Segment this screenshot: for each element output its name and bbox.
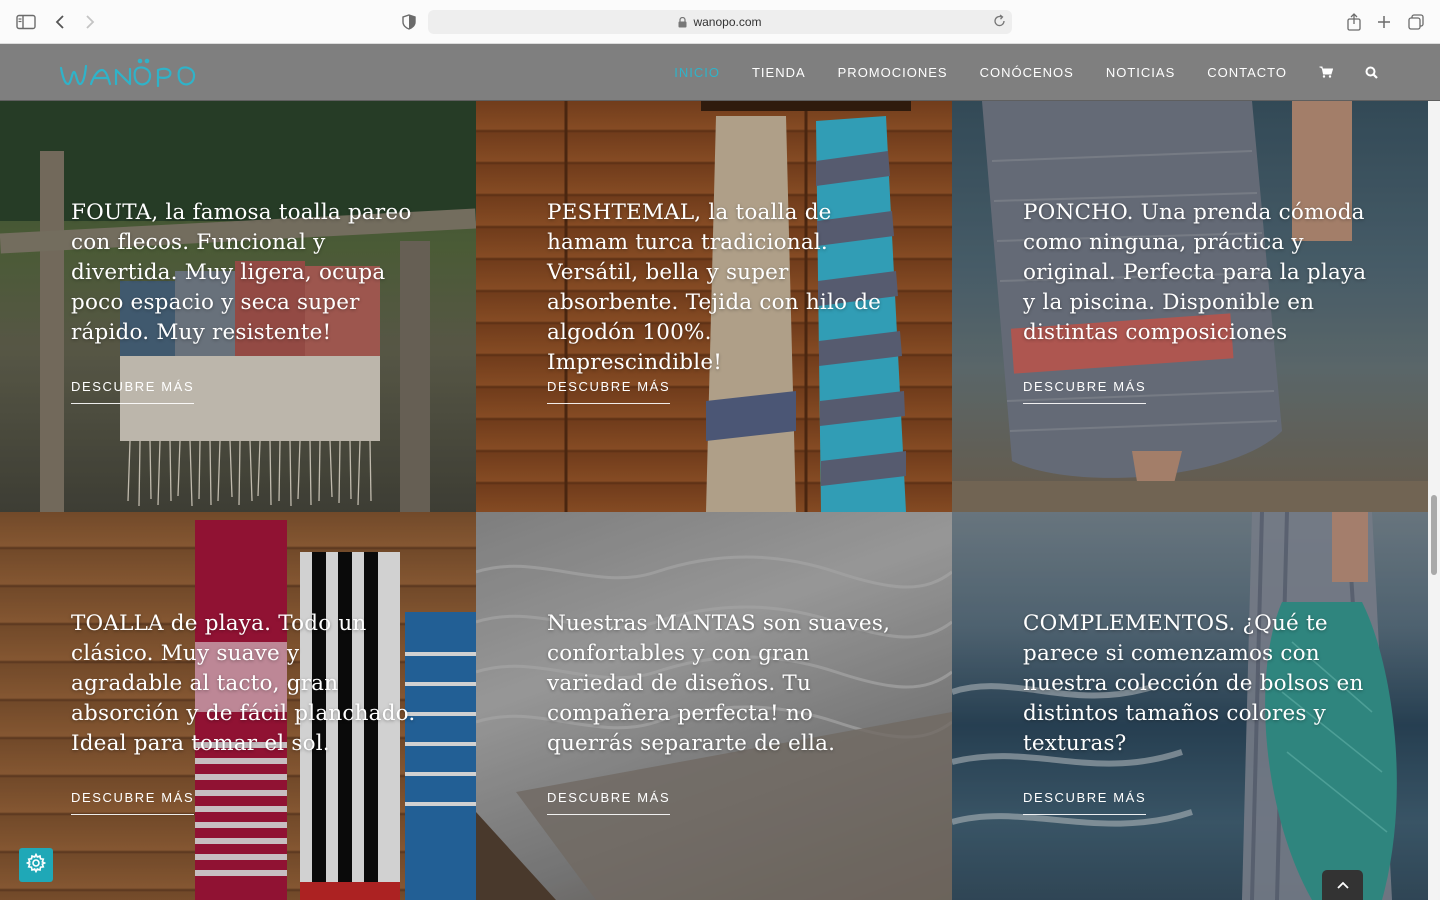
descubre-mas-link[interactable]: DESCUBRE MÁS bbox=[1023, 790, 1147, 815]
scrollbar-thumb[interactable] bbox=[1431, 495, 1437, 575]
tab-overview-icon[interactable] bbox=[1404, 10, 1428, 34]
descubre-mas-link[interactable]: DESCUBRE MÁS bbox=[71, 379, 195, 404]
nav-inicio[interactable]: INICIO bbox=[674, 65, 720, 80]
tile-fouta[interactable]: FOUTA, la famosa toalla pareo con flecos… bbox=[0, 101, 476, 512]
forward-icon[interactable] bbox=[78, 10, 102, 34]
nav-contacto[interactable]: CONTACTO bbox=[1207, 65, 1287, 80]
address-bar[interactable]: wanopo.com bbox=[428, 10, 1012, 34]
privacy-shield-icon[interactable] bbox=[397, 10, 421, 34]
tile-caption: FOUTA, la famosa toalla pareo con flecos… bbox=[71, 200, 412, 345]
lock-icon bbox=[678, 16, 687, 28]
descubre-mas-link[interactable]: DESCUBRE MÁS bbox=[71, 790, 195, 815]
tile-complementos[interactable]: COMPLEMENTOS. ¿Qué te parece si comenzam… bbox=[952, 512, 1428, 900]
tile-caption: PONCHO. Una prenda cómoda como ninguna, … bbox=[1023, 200, 1367, 345]
descubre-mas-link[interactable]: DESCUBRE MÁS bbox=[547, 379, 671, 404]
tile-toalla[interactable]: TOALLA de playa. Todo un clásico. Muy su… bbox=[0, 512, 476, 900]
product-grid: FOUTA, la famosa toalla pareo con flecos… bbox=[0, 101, 1428, 900]
descubre-mas-link[interactable]: DESCUBRE MÁS bbox=[547, 790, 671, 815]
tile-mantas[interactable]: Nuestras MANTAS son suaves, confortables… bbox=[476, 512, 952, 900]
nav-noticias[interactable]: NOTICIAS bbox=[1106, 65, 1175, 80]
browser-toolbar: wanopo.com bbox=[0, 0, 1440, 44]
share-icon[interactable] bbox=[1342, 10, 1366, 34]
tile-caption: Nuestras MANTAS son suaves, confortables… bbox=[547, 611, 891, 756]
back-icon[interactable] bbox=[48, 10, 72, 34]
new-tab-icon[interactable] bbox=[1372, 10, 1396, 34]
back-to-top-button[interactable] bbox=[1322, 870, 1363, 900]
nav-promociones[interactable]: PROMOCIONES bbox=[838, 65, 948, 80]
tile-poncho[interactable]: PONCHO. Una prenda cómoda como ninguna, … bbox=[952, 101, 1428, 512]
search-icon[interactable] bbox=[1365, 66, 1378, 79]
cart-icon[interactable] bbox=[1319, 66, 1333, 78]
tile-caption: COMPLEMENTOS. ¿Qué te parece si comenzam… bbox=[1023, 611, 1364, 756]
tile-peshtemal[interactable]: PESHTEMAL, la toalla de hamam turca trad… bbox=[476, 101, 952, 512]
descubre-mas-link[interactable]: DESCUBRE MÁS bbox=[1023, 379, 1147, 404]
site-logo[interactable] bbox=[58, 54, 218, 92]
chevron-up-icon bbox=[1336, 876, 1349, 894]
nav-conocenos[interactable]: CONÓCENOS bbox=[980, 65, 1074, 80]
tile-caption: TOALLA de playa. Todo un clásico. Muy su… bbox=[71, 611, 416, 756]
main-nav: INICIO TIENDA PROMOCIONES CONÓCENOS NOTI… bbox=[642, 44, 1378, 100]
gear-icon bbox=[25, 852, 47, 878]
sidebar-toggle-icon[interactable] bbox=[14, 10, 38, 34]
url-text: wanopo.com bbox=[693, 15, 762, 29]
reload-icon[interactable] bbox=[993, 14, 1006, 28]
tile-caption: PESHTEMAL, la toalla de hamam turca trad… bbox=[547, 200, 882, 375]
site-header: INICIO TIENDA PROMOCIONES CONÓCENOS NOTI… bbox=[0, 44, 1440, 101]
nav-tienda[interactable]: TIENDA bbox=[752, 65, 806, 80]
cookie-settings-button[interactable] bbox=[19, 848, 53, 882]
